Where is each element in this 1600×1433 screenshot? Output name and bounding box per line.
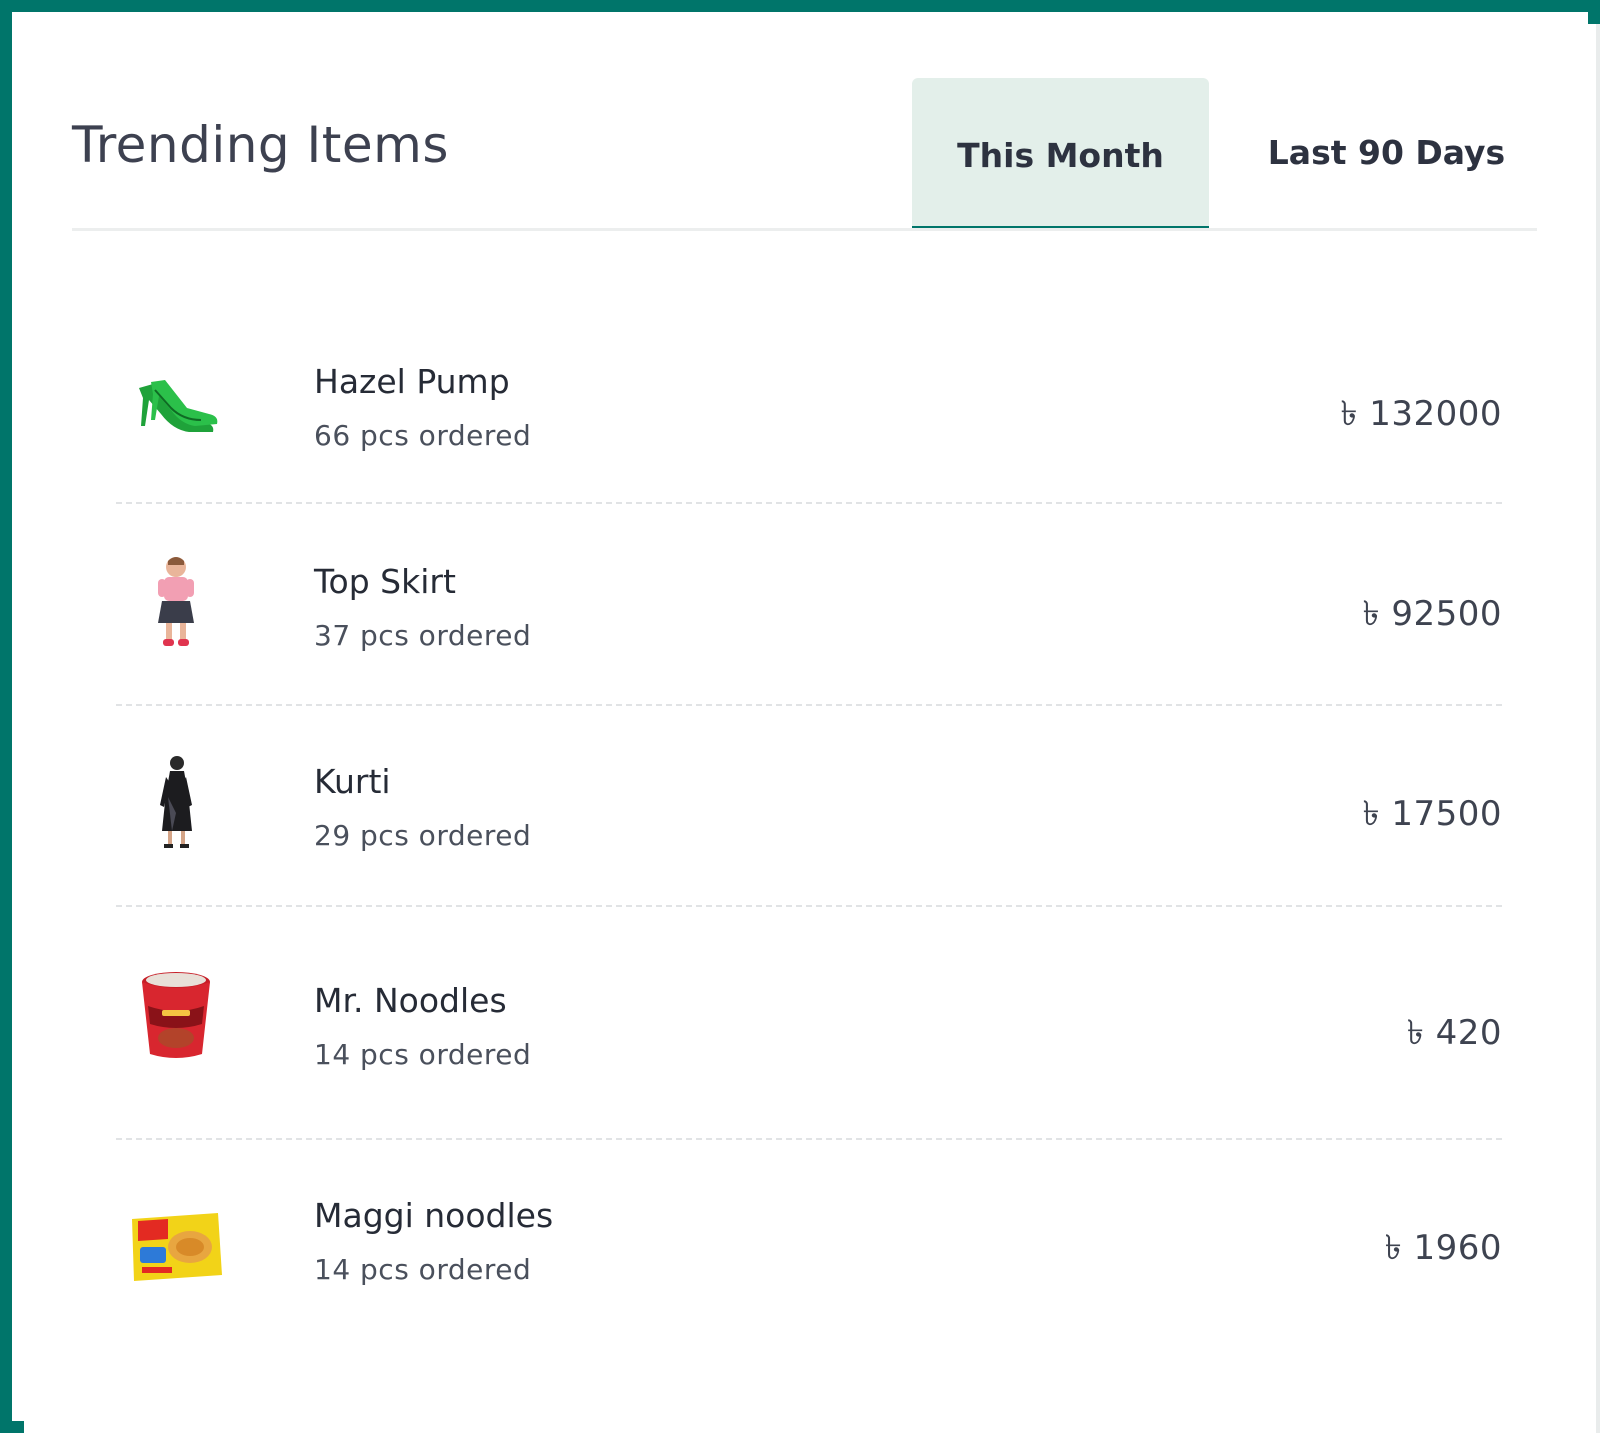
item-ordered-count: 14 pcs ordered — [314, 1253, 532, 1286]
card-title: Trending Items — [72, 116, 449, 174]
maggi-pack-icon — [126, 1192, 226, 1302]
item-name: Maggi noodles — [314, 1196, 554, 1235]
list-item-kurti[interactable]: Kurti 29 pcs ordered ৳ 17500 — [116, 724, 1502, 894]
black-kurti-dress-icon — [126, 748, 226, 858]
tab-last-90-days[interactable]: Last 90 Days — [1234, 78, 1539, 231]
list-item-mr-noodles[interactable]: Mr. Noodles 14 pcs ordered ৳ 420 — [116, 939, 1502, 1109]
tab-this-month[interactable]: This Month — [912, 78, 1209, 231]
item-name: Kurti — [314, 762, 391, 801]
item-ordered-count: 29 pcs ordered — [314, 819, 532, 852]
item-name: Top Skirt — [314, 562, 456, 601]
noodle-cup-icon — [126, 961, 226, 1071]
trending-items-card: Trending Items This Month Last 90 Days H… — [24, 24, 1596, 1433]
item-price: ৳ 92500 — [1362, 594, 1502, 634]
item-price: ৳ 1960 — [1384, 1228, 1502, 1268]
list-item-hazel-pump[interactable]: Hazel Pump 66 pcs ordered ৳ 132000 — [116, 324, 1502, 494]
item-name: Mr. Noodles — [314, 981, 507, 1020]
list-item-top-skirt[interactable]: Top Skirt 37 pcs ordered ৳ 92500 — [116, 524, 1502, 694]
item-price: ৳ 420 — [1406, 1013, 1502, 1053]
item-ordered-count: 66 pcs ordered — [314, 419, 532, 452]
list-item-maggi-noodles[interactable]: Maggi noodles 14 pcs ordered ৳ 1960 — [116, 1154, 1502, 1324]
item-price: ৳ 17500 — [1362, 794, 1502, 834]
card-edge-shadow — [1596, 24, 1600, 1433]
child-top-skirt-icon — [126, 548, 226, 658]
green-pump-shoe-icon — [126, 354, 226, 464]
item-ordered-count: 37 pcs ordered — [314, 619, 532, 652]
row-divider — [116, 905, 1502, 907]
row-divider — [116, 1138, 1502, 1140]
row-divider — [116, 502, 1502, 504]
widget-frame: Trending Items This Month Last 90 Days H… — [0, 0, 1600, 1433]
item-price: ৳ 132000 — [1340, 394, 1502, 434]
header-divider — [72, 228, 1537, 231]
item-ordered-count: 14 pcs ordered — [314, 1038, 532, 1071]
row-divider — [116, 704, 1502, 706]
item-name: Hazel Pump — [314, 362, 510, 401]
